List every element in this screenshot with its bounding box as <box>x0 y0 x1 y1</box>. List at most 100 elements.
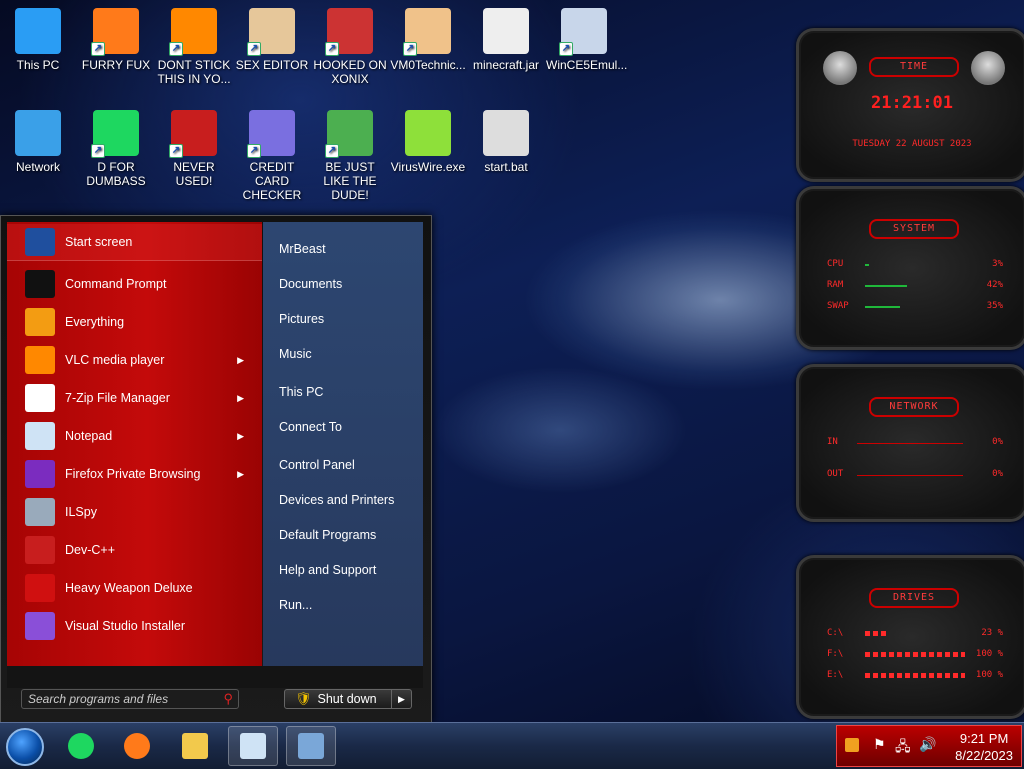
shutdown-options-arrow-icon[interactable]: ▶ <box>392 689 412 709</box>
drives-row: E:\ 100 % <box>827 670 1003 680</box>
place-item[interactable]: Connect To <box>279 420 342 434</box>
doctor-avatar-icon: ↗ <box>403 8 451 56</box>
desktop-icon[interactable]: This PC <box>0 8 76 72</box>
shortcut-arrow-icon: ↗ <box>403 42 417 56</box>
program-item[interactable]: 7-Zip File Manager ▶ <box>7 380 262 416</box>
vlc-cone-icon: ↗ <box>169 8 217 56</box>
program-item[interactable]: Notepad ▶ <box>7 418 262 454</box>
program-item[interactable]: Heavy Weapon Deluxe <box>7 570 262 606</box>
system-row-value: 3% <box>992 259 1003 269</box>
desktop-icon[interactable]: start.bat <box>468 110 544 174</box>
drives-usage-bar <box>865 673 965 678</box>
desktop-icon-label: BE JUST LIKE THE DUDE! <box>323 160 377 202</box>
submenu-arrow-icon: ▶ <box>237 430 244 441</box>
desktop-icon[interactable]: ↗ BE JUST LIKE THE DUDE! <box>312 110 388 202</box>
taskbar-button[interactable] <box>228 726 278 766</box>
start-orb-button[interactable] <box>6 728 44 766</box>
all-programs-bar[interactable] <box>7 666 423 688</box>
place-item[interactable]: Devices and Printers <box>279 493 394 507</box>
desktop-icon[interactable]: ↗ WinCE5Emul... <box>546 8 627 72</box>
taskbar-button[interactable] <box>56 726 106 766</box>
taskbar-button[interactable] <box>286 726 336 766</box>
search-input[interactable]: Search programs and files ⚲ <box>21 689 239 709</box>
program-label: VLC media player <box>65 353 165 367</box>
desktop-icon[interactable]: ↗ VM0Technic... <box>390 8 466 72</box>
7zip-icon <box>25 384 55 412</box>
desktop-icon[interactable]: ↗ DONT STICK THIS IN YO... <box>156 8 232 86</box>
desktop-icon-label: D FOR DUMBASS <box>86 160 146 188</box>
drives-usage-bar <box>865 631 888 636</box>
shortcut-arrow-icon: ↗ <box>559 42 573 56</box>
desktop-icon-label: Network <box>15 160 60 174</box>
show-hidden-icons-icon[interactable] <box>845 738 859 752</box>
desktop-icon[interactable]: ↗ HOOKED ON XONIX <box>312 8 388 86</box>
desktop-icon[interactable]: ↗ NEVER USED! <box>156 110 232 188</box>
shortcut-arrow-icon: ↗ <box>325 144 339 158</box>
shutdown-button[interactable]: 🛡 Shut down <box>284 689 392 709</box>
place-item[interactable]: Pictures <box>279 312 324 326</box>
dev-cpp-icon: ↗ <box>169 110 217 158</box>
desktop-icon[interactable]: ↗ CREDIT CARD CHECKER <box>234 110 310 202</box>
alien-skull-icon <box>971 51 1005 85</box>
desktop-icon[interactable]: Network <box>0 110 76 174</box>
program-item[interactable]: Firefox Private Browsing ▶ <box>7 456 262 492</box>
drives-row-value: 23 % <box>981 628 1003 638</box>
place-item[interactable]: Music <box>279 347 312 361</box>
program-label: Notepad <box>65 429 113 443</box>
program-label: Everything <box>65 315 125 329</box>
taskbar-button[interactable] <box>112 726 162 766</box>
program-label: 7-Zip File Manager <box>65 391 170 405</box>
place-item[interactable]: MrBeast <box>279 242 326 256</box>
drives-gadget[interactable]: DRIVES C:\ 23 % F:\ 100 % E:\ 100 % <box>796 555 1024 719</box>
place-item[interactable]: Run... <box>279 598 312 612</box>
place-item[interactable]: Control Panel <box>279 458 355 472</box>
place-item[interactable]: Default Programs <box>279 528 376 542</box>
desktop-icon[interactable]: ↗ D FOR DUMBASS <box>78 110 154 188</box>
monitor-icon <box>15 8 61 54</box>
desktop-icon[interactable]: VirusWire.exe <box>390 110 466 174</box>
network-icon[interactable]: 🖧 <box>895 736 911 760</box>
flag-icon[interactable]: ⚑ <box>873 736 886 753</box>
network-graph-line <box>857 475 963 476</box>
drives-row-label: C:\ <box>827 628 844 638</box>
program-item[interactable]: Everything <box>7 304 262 340</box>
taskbar-button[interactable] <box>170 726 220 766</box>
place-item[interactable]: This PC <box>279 385 323 399</box>
system-gadget[interactable]: SYSTEM CPU 3% RAM 42% SWAP 35% <box>796 186 1024 350</box>
program-item[interactable]: Visual Studio Installer <box>7 608 262 644</box>
magnifier-icon <box>25 308 55 336</box>
drives-row-label: E:\ <box>827 670 844 680</box>
desktop-icon-label: CREDIT CARD CHECKER <box>242 160 302 202</box>
program-label: Heavy Weapon Deluxe <box>65 581 193 595</box>
drives-row-value: 100 % <box>975 670 1003 680</box>
wince-emulator-icon: ↗ <box>559 8 607 56</box>
radiation-icon <box>25 574 55 602</box>
volume-icon[interactable]: 🔊 <box>919 736 936 753</box>
taskbar-clock[interactable]: 9:21 PM 8/22/2023 <box>955 730 1013 764</box>
program-item[interactable]: Start screen <box>7 224 262 261</box>
place-item[interactable]: Documents <box>279 277 342 291</box>
program-item[interactable]: VLC media player ▶ <box>7 342 262 378</box>
shortcut-arrow-icon: ↗ <box>169 42 183 56</box>
network-row-label: IN <box>827 437 838 447</box>
network-gadget[interactable]: NETWORK IN 0% OUT 0% <box>796 364 1024 522</box>
desktop-icon[interactable]: minecraft.jar <box>468 8 544 72</box>
program-item[interactable]: Dev-C++ <box>7 532 262 568</box>
network-graph-line <box>857 443 963 444</box>
time-gadget[interactable]: TIME 21:21:01 TUESDAY 22 AUGUST 2023 <box>796 28 1024 182</box>
system-tray: ⚑ 🖧 🔊 9:21 PM 8/22/2023 <box>836 725 1022 767</box>
system-row: CPU 3% <box>827 259 1003 269</box>
cmd-icon <box>25 270 55 298</box>
desktop-icon-label: start.bat <box>484 160 528 174</box>
spotify-like-icon <box>68 733 94 759</box>
search-icon[interactable]: ⚲ <box>223 691 233 707</box>
network-globe-icon <box>15 110 61 156</box>
place-item[interactable]: Help and Support <box>279 563 376 577</box>
program-item[interactable]: ILSpy <box>7 494 262 530</box>
start-menu: Start screen Command Prompt Everything VLC … <box>0 215 432 723</box>
lime-icon <box>405 110 451 156</box>
desktop-icon[interactable]: ↗ SEX EDITOR <box>234 8 310 72</box>
desktop-icon[interactable]: ↗ FURRY FUX <box>78 8 154 72</box>
program-label: Firefox Private Browsing <box>65 467 201 481</box>
program-item[interactable]: Command Prompt <box>7 266 262 302</box>
